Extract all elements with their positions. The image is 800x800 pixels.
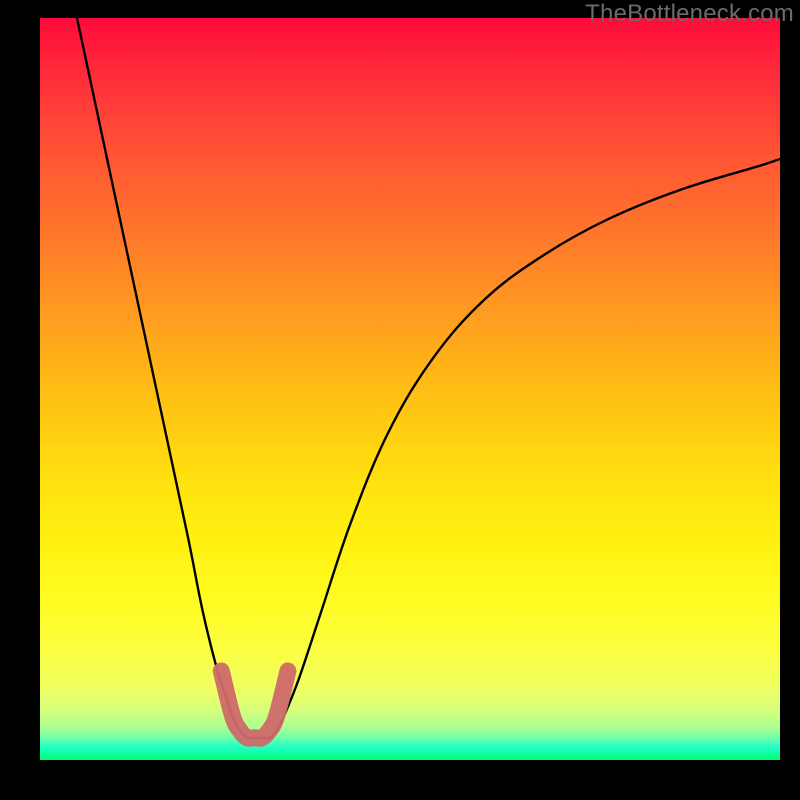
watermark-text: TheBottleneck.com [585,0,794,28]
bottleneck-zone-marker [221,671,288,738]
chart-frame: TheBottleneck.com [0,0,800,800]
chart-plot-area [40,18,780,760]
chart-svg [40,18,780,760]
bottleneck-curve [77,18,780,738]
